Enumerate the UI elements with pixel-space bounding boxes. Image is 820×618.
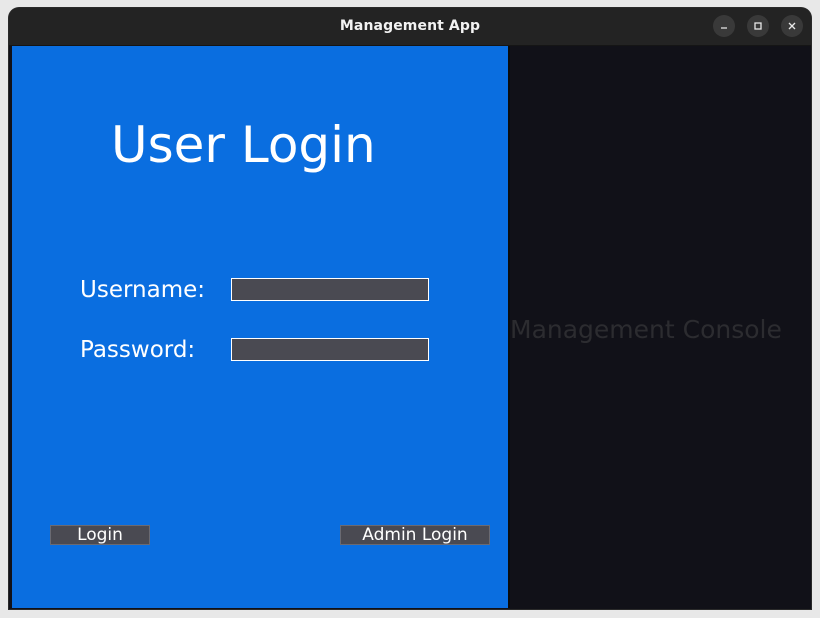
username-input[interactable] bbox=[231, 278, 429, 301]
close-button[interactable] bbox=[781, 15, 803, 37]
title-bar[interactable]: Management App bbox=[9, 8, 811, 46]
login-button[interactable]: Login bbox=[50, 525, 150, 545]
window-title: Management App bbox=[339, 18, 481, 34]
login-heading: User Login bbox=[111, 116, 376, 174]
password-input[interactable] bbox=[231, 338, 429, 361]
maximize-button[interactable] bbox=[747, 15, 769, 37]
maximize-icon bbox=[754, 22, 762, 30]
minimize-icon bbox=[721, 27, 727, 29]
minimize-button[interactable] bbox=[713, 15, 735, 37]
admin-login-button[interactable]: Admin Login bbox=[340, 525, 490, 545]
window-content: User Login Username: Password: Login Adm… bbox=[9, 46, 811, 609]
console-panel: Management Console bbox=[510, 46, 811, 609]
login-panel: User Login Username: Password: Login Adm… bbox=[12, 46, 510, 608]
app-window: Management App User Login Username: Pass… bbox=[9, 8, 811, 609]
username-label: Username: bbox=[80, 277, 205, 303]
password-label: Password: bbox=[80, 337, 196, 363]
console-label: Management Console bbox=[510, 315, 782, 344]
close-icon bbox=[788, 22, 796, 30]
